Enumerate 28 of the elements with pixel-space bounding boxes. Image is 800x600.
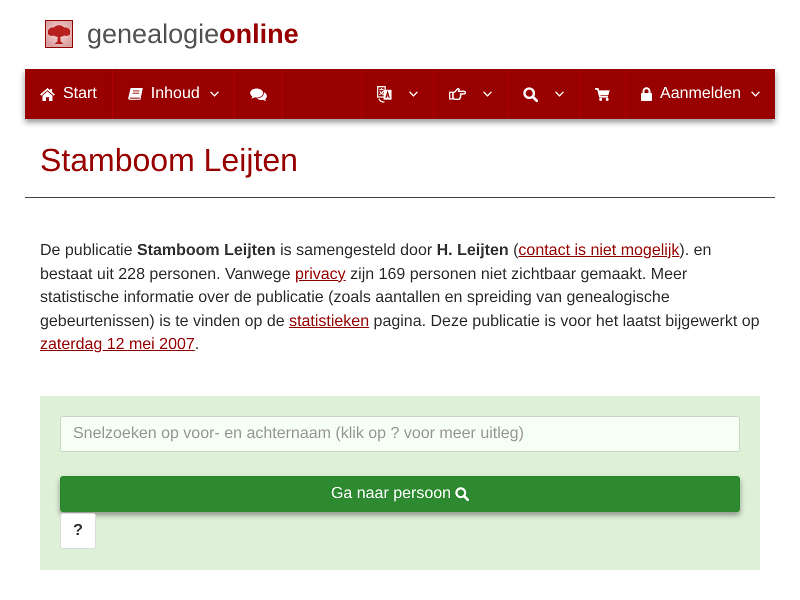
cart-icon (595, 88, 610, 100)
inline-link[interactable]: privacy (295, 266, 346, 282)
start-nav-link[interactable]: Start (25, 69, 113, 119)
login-nav-menu[interactable]: Aanmelden (625, 69, 775, 119)
book-icon (128, 88, 143, 100)
search-icon (523, 86, 538, 102)
contents-nav-menu[interactable]: Inhoud (112, 69, 235, 119)
chevron-down-icon (751, 91, 760, 97)
chat-bubbles-icon (250, 88, 267, 100)
tree-logo-icon[interactable] (45, 20, 73, 48)
chevron-down-icon (483, 91, 492, 97)
lock-icon (641, 87, 652, 101)
chevron-down-icon (555, 91, 564, 97)
home-icon (40, 88, 55, 100)
inline-link[interactable]: zaterdag 12 mei 2007 (40, 336, 195, 353)
translate-icon (377, 86, 392, 102)
inline-link[interactable]: contact is niet mogelijk (518, 242, 680, 259)
chevron-down-icon (409, 91, 418, 97)
page-title: Stamboom Leijten (40, 141, 299, 180)
inline-link[interactable]: statistieken (289, 312, 370, 330)
search-field[interactable]: Snelzoeken op voor- en achternaam (klik op ? voor meer uitleg) (60, 416, 740, 452)
help-button[interactable]: ? (60, 512, 96, 548)
site-wordmark[interactable]: genealogieonline (87, 19, 299, 49)
chevron-down-icon (210, 91, 219, 97)
go-to-person-button[interactable]: Ga naar persoon (60, 476, 740, 512)
search-icon (455, 486, 470, 500)
intro-paragraph: De publicatie Stamboom Leijten is samengesteld door H. Leijten (contact is niet mogelijk). en bestaat uit 228 personen. Vanwege privacy zijn 169 personen niet zichtbaar gemaakt. Meer statistische informatie over de publicatie (zoals aantallen en spreiding van genealogische gebeurtenissen) is te vinden op de statistieken pagina. Deze publicatie is voor het laatst bijgewerkt op zaterdag 12 mei 2007. (40, 241, 760, 355)
pointing-hand-icon (449, 88, 466, 100)
